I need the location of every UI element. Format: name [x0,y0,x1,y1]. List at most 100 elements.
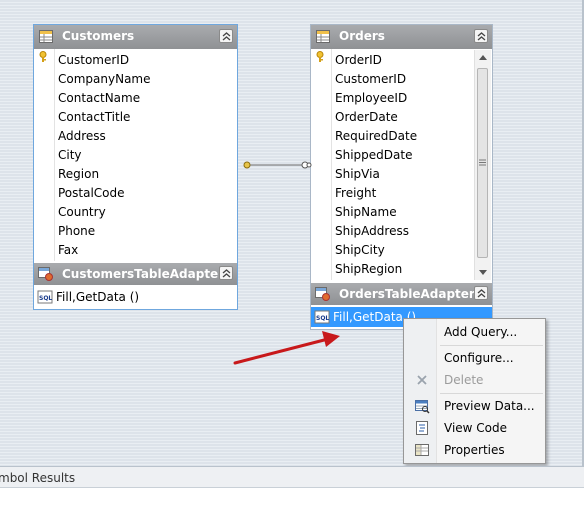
menu-item-label: Properties [444,443,505,457]
annotation-arrow-icon [233,331,340,365]
query-method-label: Fill,GetData () [56,290,140,304]
scrollbar-thumb[interactable] [477,68,488,258]
field-row[interactable]: Fax [34,241,214,260]
menu-item-delete[interactable]: Delete [406,369,543,391]
menu-item-properties[interactable]: Properties [406,439,543,461]
menu-item-preview-data[interactable]: Preview Data... [406,395,543,417]
menu-separator [440,393,543,394]
field-row[interactable]: ContactTitle [34,108,214,127]
field-name: Country [58,205,106,219]
relation-connector[interactable] [238,156,312,174]
field-name: Phone [58,224,96,238]
menu-item-view-code[interactable]: View Code [406,417,543,439]
field-row[interactable]: EmployeeID [311,89,491,108]
field-row[interactable]: Region [34,165,214,184]
menu-item-configure[interactable]: Configure... [406,347,543,369]
field-name: ShipAddress [335,224,409,238]
customers-table-header[interactable]: Customers [34,25,237,49]
adapter-title: OrdersTableAdapter [339,287,475,301]
double-chevron-up-icon [477,289,486,298]
adapter-query-method[interactable]: SQL Fill,GetData () [34,287,237,307]
field-row[interactable]: City [34,146,214,165]
orders-table-adapter-header[interactable]: OrdersTableAdapter [311,283,492,305]
svg-text:SQL: SQL [316,315,329,322]
double-chevron-up-icon [477,32,486,41]
field-row[interactable]: CompanyName [34,70,214,89]
field-name: City [58,148,82,162]
field-name: Fax [58,243,79,257]
sql-query-icon: SQL [37,290,53,304]
field-row[interactable]: ShippedDate [311,146,491,165]
field-row[interactable]: Freight [311,184,491,203]
field-name: ContactName [58,91,141,105]
customers-table[interactable]: Customers CustomerID CompanyName ContactNa… [33,24,238,310]
field-row[interactable]: Country [34,203,214,222]
field-name: EmployeeID [335,91,408,105]
collapse-button[interactable] [219,29,233,43]
menu-item-label: View Code [444,421,508,435]
field-name: ShippedDate [335,148,413,162]
field-name: ShipName [335,205,397,219]
scroll-down-arrow-icon[interactable] [479,270,487,275]
properties-icon [415,444,429,456]
field-row[interactable]: CustomerID [34,51,214,70]
field-name: CustomerID [58,53,130,67]
collapse-button[interactable] [219,266,233,280]
field-name: PostalCode [58,186,125,200]
collapse-button[interactable] [474,29,488,43]
table-icon [39,30,53,43]
field-row[interactable]: OrderDate [311,108,491,127]
collapse-button[interactable] [474,286,488,300]
field-name: ShipRegion [335,262,403,276]
field-name: CompanyName [58,72,151,86]
sql-query-icon: SQL [314,310,330,324]
preview-data-icon [415,400,430,414]
table-adapter-icon [38,267,53,281]
table-adapter-icon [315,287,330,301]
field-row[interactable]: RequiredDate [311,127,491,146]
table-icon [316,30,330,43]
svg-text:SQL: SQL [39,295,52,302]
delete-icon [417,375,427,385]
menu-item-add-query[interactable]: Add Query... [406,321,543,343]
double-chevron-up-icon [222,269,231,278]
table-title: Customers [62,29,135,43]
field-row[interactable]: ShipRegion [311,260,491,279]
field-name: ShipVia [335,167,380,181]
vertical-scrollbar[interactable] [474,50,491,280]
field-row[interactable]: OrderID [311,51,491,70]
double-chevron-up-icon [222,32,231,41]
orders-table[interactable]: Orders OrderID CustomerID EmployeeID OrderD… [310,24,493,330]
results-pane [0,488,584,519]
field-row[interactable]: Phone [34,222,214,241]
scroll-up-arrow-icon[interactable] [479,55,487,60]
field-name: CustomerID [335,72,407,86]
field-row[interactable]: ShipCity [311,241,491,260]
field-row[interactable]: ShipName [311,203,491,222]
field-name: Region [58,167,100,181]
menu-item-label: Delete [444,373,484,387]
field-row[interactable]: Address [34,127,214,146]
field-row[interactable]: ShipAddress [311,222,491,241]
grip-icon [479,159,486,166]
table-title: Orders [339,29,385,43]
key-end-icon [243,161,251,169]
menu-separator [440,345,543,346]
field-name: RequiredDate [335,129,418,143]
menu-item-label: Configure... [444,351,514,365]
field-row[interactable]: ShipVia [311,165,491,184]
field-name: Freight [335,186,377,200]
field-name: Address [58,129,106,143]
customers-table-adapter-header[interactable]: CustomersTableAdapter [34,263,237,285]
menu-item-label: Add Query... [444,325,518,339]
results-pane-tab-strip[interactable]: mbol Results [0,466,584,488]
orders-table-header[interactable]: Orders [311,25,492,49]
field-row[interactable]: ContactName [34,89,214,108]
symbol-results-tab[interactable]: mbol Results [0,471,75,485]
field-row[interactable]: CustomerID [311,70,491,89]
context-menu[interactable]: Add Query... Configure... Delete Preview… [403,318,546,464]
field-row[interactable]: PostalCode [34,184,214,203]
view-code-icon [416,421,428,435]
menu-item-label: Preview Data... [444,399,535,413]
field-name: ShipCity [335,243,385,257]
